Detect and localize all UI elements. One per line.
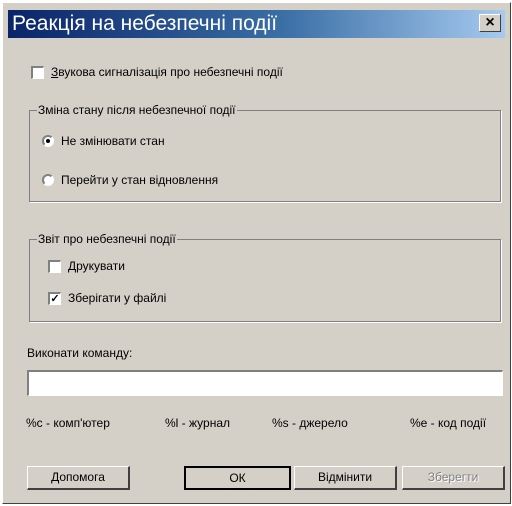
radio-recovery-state-button[interactable] xyxy=(42,174,54,186)
radio-keep-state[interactable]: Не змінювати стан xyxy=(42,134,165,148)
print-checkbox[interactable]: Друкувати xyxy=(48,259,125,273)
state-change-group: Зміна стану після небезпечної події xyxy=(29,103,501,202)
hint-source: %s - джерело xyxy=(272,416,348,430)
help-button[interactable]: Допомога xyxy=(27,466,130,490)
radio-recovery-state-label: Перейти у стан відновлення xyxy=(61,173,219,187)
window-title: Реакція на небезпечні події xyxy=(12,12,278,35)
ok-button[interactable]: ОК xyxy=(184,466,291,490)
command-label: Виконати команду: xyxy=(27,346,133,360)
command-input[interactable] xyxy=(27,370,503,396)
radio-keep-state-label: Не змінювати стан xyxy=(61,134,165,148)
state-change-legend: Зміна стану після небезпечної події xyxy=(37,103,237,117)
radio-keep-state-button[interactable] xyxy=(42,135,54,147)
sound-alarm-checkbox[interactable]: Звукова сигналізація про небезпечні поді… xyxy=(31,65,283,79)
radio-recovery-state[interactable]: Перейти у стан відновлення xyxy=(42,173,218,187)
print-check-box[interactable] xyxy=(48,259,61,273)
save-file-checkbox[interactable]: ✓ Зберігати у файлі xyxy=(48,291,166,305)
hint-journal: %l - журнал xyxy=(165,416,231,430)
close-button[interactable]: × xyxy=(479,14,501,32)
hint-computer: %c - комп'ютер xyxy=(26,416,110,430)
sound-alarm-check-box[interactable] xyxy=(31,65,44,79)
report-legend: Звіт про небезпечні події xyxy=(37,232,177,246)
save-file-label: Зберігати у файлі xyxy=(68,291,167,305)
close-icon: × xyxy=(485,14,495,31)
title-bar[interactable]: Реакція на небезпечні події × xyxy=(8,10,505,38)
report-group: Звіт про небезпечні події xyxy=(29,232,501,322)
sound-alarm-label: Звукова сигналізація про небезпечні поді… xyxy=(51,65,283,79)
cancel-button[interactable]: Відмінити xyxy=(294,466,397,490)
sound-alarm-label-rest: вукова сигналізація про небезпечні події xyxy=(58,65,283,79)
hint-event-code: %e - код події xyxy=(410,416,487,430)
print-label: Друкувати xyxy=(68,259,125,273)
save-button[interactable]: Зберегти xyxy=(402,466,505,490)
save-file-check-box[interactable]: ✓ xyxy=(48,291,61,305)
